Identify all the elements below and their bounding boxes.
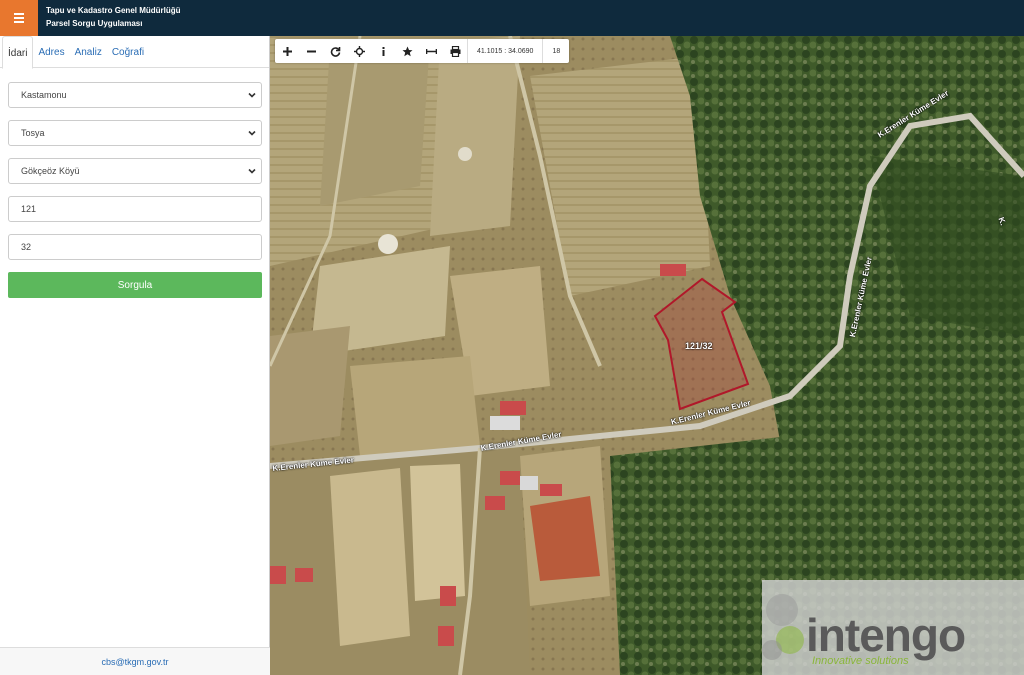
measure-icon: [425, 48, 437, 54]
print-icon: [450, 45, 460, 57]
watermark-subtitle: Innovative solutions: [812, 655, 909, 667]
app-title: Tapu ve Kadastro Genel Müdürlüğü Parsel …: [46, 4, 181, 30]
district-select[interactable]: Tosya: [8, 120, 262, 146]
tab-idari[interactable]: İdari: [2, 36, 34, 69]
favorite-icon: [402, 46, 412, 56]
tab-cografi[interactable]: Coğrafi: [107, 36, 149, 68]
zoom-out-button[interactable]: [299, 39, 323, 63]
hamburger-icon: [14, 13, 24, 15]
locate-icon: [353, 45, 365, 57]
parcel-value: 32: [21, 242, 32, 252]
app-title-line2: Parsel Sorgu Uygulaması: [46, 19, 143, 28]
footer-email-link[interactable]: cbs@tkgm.gov.tr: [0, 647, 270, 675]
province-value: Kastamonu: [21, 90, 67, 100]
print-button[interactable]: [443, 39, 467, 63]
neighborhood-select[interactable]: Gökçeöz Köyü: [8, 158, 262, 184]
province-select[interactable]: Kastamonu: [8, 82, 262, 108]
chevron-down-icon: [248, 130, 256, 136]
refresh-button[interactable]: [323, 39, 347, 63]
parcel-input[interactable]: 32: [8, 234, 262, 260]
refresh-icon: [330, 46, 340, 57]
coordinate-readout: 41.1015 : 34.0690: [467, 39, 542, 63]
block-input[interactable]: 121: [8, 196, 262, 222]
zoom-in-button[interactable]: [275, 39, 299, 63]
zoom-out-icon: [306, 50, 316, 52]
hamburger-menu-button[interactable]: [0, 0, 38, 36]
parcel-label: 121/32: [685, 341, 713, 351]
chevron-down-icon: [248, 92, 256, 98]
neighborhood-value: Gökçeöz Köyü: [21, 166, 80, 176]
sidebar: İdari Adres Analiz Coğrafi Kastamonu Tos…: [0, 36, 270, 675]
tab-analiz[interactable]: Analiz: [70, 36, 107, 68]
locate-button[interactable]: [347, 39, 371, 63]
map-toolbar: 41.1015 : 34.0690 18: [275, 39, 570, 63]
favorite-button[interactable]: [395, 39, 419, 63]
app-title-line1: Tapu ve Kadastro Genel Müdürlüğü: [46, 6, 181, 15]
query-form: Kastamonu Tosya Gökçeöz Köyü 121 32 Sorg…: [0, 68, 269, 298]
watermark-text: intengo: [806, 609, 966, 661]
top-bar: Tapu ve Kadastro Genel Müdürlüğü Parsel …: [0, 0, 1024, 36]
tab-adres[interactable]: Adres: [33, 36, 69, 68]
block-value: 121: [21, 204, 37, 214]
info-button[interactable]: [371, 39, 395, 63]
watermark: intengo Innovative solutions: [762, 580, 1024, 675]
chevron-down-icon: [248, 168, 256, 174]
zoom-level-readout: 18: [542, 39, 569, 63]
zoom-in-icon: [282, 46, 292, 56]
query-button[interactable]: Sorgula: [8, 272, 262, 298]
tab-bar: İdari Adres Analiz Coğrafi: [0, 36, 269, 69]
map-view[interactable]: 41.1015 : 34.0690 18 K.Erenler Küme Evle…: [270, 36, 1024, 675]
district-value: Tosya: [21, 128, 45, 138]
measure-button[interactable]: [419, 39, 443, 63]
info-icon: [382, 46, 384, 56]
